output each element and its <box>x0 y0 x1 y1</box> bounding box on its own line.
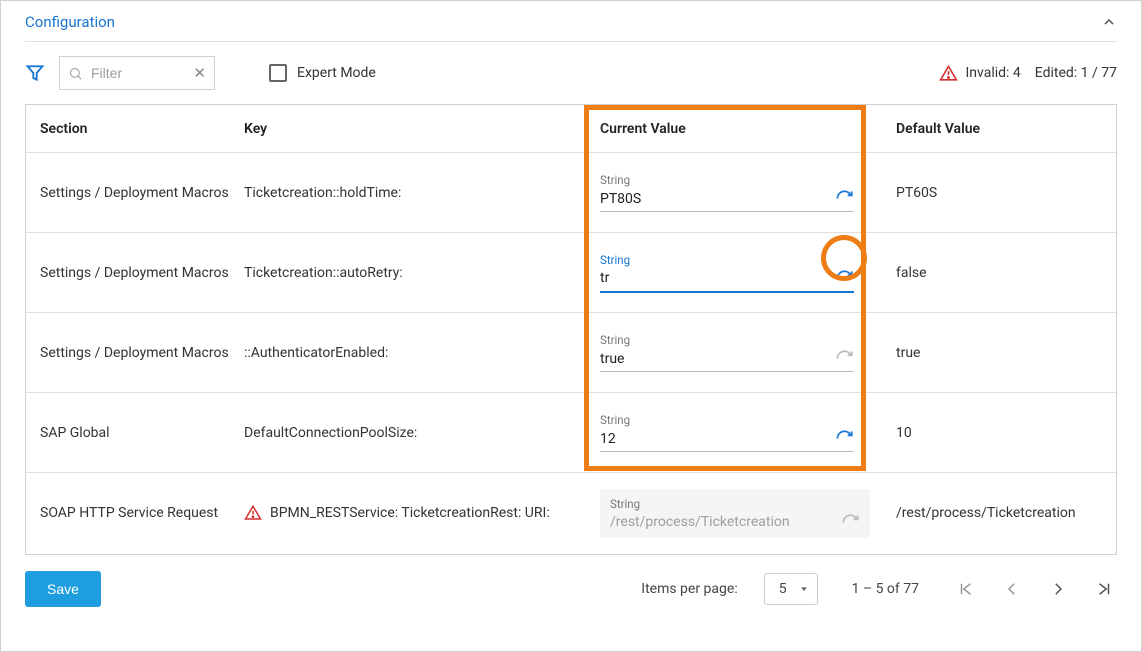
underline <box>600 451 854 452</box>
next-page-button[interactable] <box>1045 576 1071 602</box>
first-page-button[interactable] <box>953 576 979 602</box>
expert-mode-checkbox[interactable] <box>269 64 287 82</box>
prev-page-button[interactable] <box>999 576 1025 602</box>
filter-box: ✕ <box>59 56 215 90</box>
items-per-page-select[interactable]: 5 <box>764 573 818 605</box>
section-cell: Settings / Deployment Macros <box>26 185 244 201</box>
last-page-button[interactable] <box>1091 576 1117 602</box>
col-header-default[interactable]: Default Value <box>886 121 1116 137</box>
save-button[interactable]: Save <box>25 571 101 607</box>
col-header-key[interactable]: Key <box>244 121 584 137</box>
reset-icon[interactable] <box>835 429 854 448</box>
range-label: 1 – 5 of 77 <box>852 581 919 597</box>
configuration-panel: Configuration ✕ Expert Mode Invalid: 4 E… <box>0 0 1142 652</box>
value-field: String /rest/process/Ticketcreation <box>600 489 870 538</box>
collapse-icon[interactable] <box>1101 14 1117 30</box>
panel-header: Configuration <box>1 1 1141 41</box>
items-per-page-label: Items per page: <box>641 581 737 597</box>
value-input[interactable] <box>600 431 790 447</box>
value-text: /rest/process/Ticketcreation <box>610 514 790 530</box>
section-cell: SAP Global <box>26 425 244 441</box>
panel-title: Configuration <box>25 13 115 31</box>
current-value-cell: String <box>584 173 886 212</box>
key-cell: ::AuthenticatorEnabled: <box>244 345 584 361</box>
default-value-cell: PT60S <box>886 185 1116 201</box>
col-header-current[interactable]: Current Value <box>584 121 886 137</box>
pagination: Items per page: 5 1 – 5 of 77 <box>641 573 1117 605</box>
toolbar: ✕ Expert Mode Invalid: 4 Edited: 1 / 77 <box>1 42 1141 104</box>
section-cell: Settings / Deployment Macros <box>26 265 244 281</box>
value-field: String <box>600 173 854 212</box>
key-cell: Ticketcreation::autoRetry: <box>244 265 584 281</box>
status-area: Invalid: 4 Edited: 1 / 77 <box>939 64 1118 83</box>
invalid-count: Invalid: 4 <box>966 65 1021 81</box>
key-text: BPMN_RESTService: TicketcreationRest: UR… <box>270 505 550 521</box>
key-text: DefaultConnectionPoolSize: <box>244 425 417 441</box>
underline <box>600 371 854 372</box>
section-cell: SOAP HTTP Service Request <box>26 505 244 521</box>
key-text: Ticketcreation::autoRetry: <box>244 265 403 281</box>
value-input[interactable] <box>600 191 790 207</box>
table-row: SOAP HTTP Service Request BPMN_RESTServi… <box>26 473 1116 553</box>
current-value-cell: String <box>584 333 886 372</box>
table-row: Settings / Deployment Macros ::Authentic… <box>26 313 1116 393</box>
section-cell: Settings / Deployment Macros <box>26 345 244 361</box>
current-value-cell: String <box>584 413 886 452</box>
table-row: SAP Global DefaultConnectionPoolSize: St… <box>26 393 1116 473</box>
value-field: String <box>600 333 854 372</box>
default-value-cell: 10 <box>886 425 1116 441</box>
search-icon <box>68 66 83 81</box>
reset-icon[interactable] <box>835 269 854 288</box>
default-value-cell: true <box>886 345 1116 361</box>
value-field: String <box>600 253 854 293</box>
value-type-label: String <box>600 333 854 347</box>
key-text: Ticketcreation::holdTime: <box>244 185 401 201</box>
current-value-cell: String /rest/process/Ticketcreation <box>584 489 886 538</box>
reset-icon <box>835 349 854 368</box>
filter-icon[interactable] <box>25 63 45 83</box>
underline <box>600 291 854 293</box>
value-type-label: String <box>600 173 854 187</box>
current-value-cell: String <box>584 253 886 293</box>
table-row: Settings / Deployment Macros Ticketcreat… <box>26 153 1116 233</box>
value-input[interactable] <box>600 351 790 367</box>
filter-input[interactable] <box>89 64 193 82</box>
key-cell: DefaultConnectionPoolSize: <box>244 425 584 441</box>
underline <box>600 211 854 212</box>
expert-mode-toggle[interactable]: Expert Mode <box>269 64 376 82</box>
default-value-cell: /rest/process/Ticketcreation <box>886 505 1116 521</box>
value-type-label: String <box>610 497 860 511</box>
key-cell: BPMN_RESTService: TicketcreationRest: UR… <box>244 504 584 522</box>
warning-icon <box>244 504 262 522</box>
footer: Save Items per page: 5 1 – 5 of 77 <box>1 555 1141 607</box>
expert-mode-label: Expert Mode <box>297 65 376 81</box>
value-type-label: String <box>600 413 854 427</box>
warning-icon <box>939 64 958 83</box>
items-per-page-value: 5 <box>779 581 787 597</box>
col-header-section[interactable]: Section <box>26 121 244 137</box>
config-table: Section Key Current Value Default Value … <box>25 104 1117 555</box>
default-value-cell: false <box>886 265 1116 281</box>
edited-count: Edited: 1 / 77 <box>1035 65 1117 81</box>
table-row: Settings / Deployment Macros Ticketcreat… <box>26 233 1116 313</box>
key-cell: Ticketcreation::holdTime: <box>244 185 584 201</box>
clear-filter-icon[interactable]: ✕ <box>193 64 206 82</box>
value-field: String <box>600 413 854 452</box>
value-input[interactable] <box>600 270 790 286</box>
reset-icon <box>841 513 860 532</box>
reset-icon[interactable] <box>835 189 854 208</box>
table-header: Section Key Current Value Default Value <box>26 105 1116 153</box>
key-text: ::AuthenticatorEnabled: <box>244 345 388 361</box>
chevron-down-icon <box>799 584 809 594</box>
value-type-label: String <box>600 253 854 267</box>
